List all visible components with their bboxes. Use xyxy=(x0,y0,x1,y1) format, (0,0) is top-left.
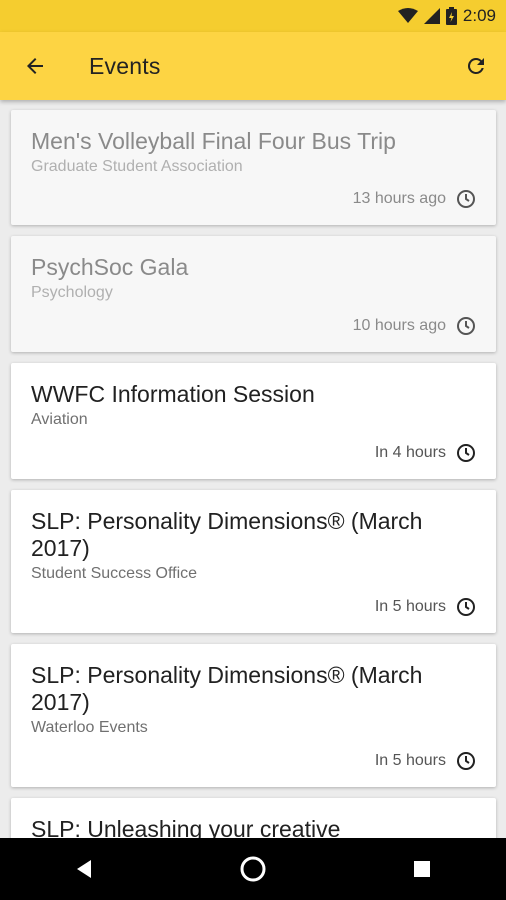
event-card[interactable]: SLP: Personality Dimensions® (March 2017… xyxy=(11,490,496,633)
event-list[interactable]: Men's Volleyball Final Four Bus Trip Gra… xyxy=(0,100,506,838)
system-nav-bar xyxy=(0,838,506,900)
event-title: WWFC Information Session xyxy=(31,381,315,407)
wifi-icon xyxy=(397,8,418,24)
event-time: 10 hours ago xyxy=(353,316,476,336)
arrow-left-icon xyxy=(27,58,43,74)
home-circle-icon xyxy=(240,856,266,882)
clock-icon xyxy=(456,189,476,209)
clock-icon xyxy=(456,316,476,336)
event-time-label: 13 hours ago xyxy=(352,190,446,207)
event-organizer: Student Success Office xyxy=(31,565,198,582)
event-title: Men's Volleyball Final Four Bus Trip xyxy=(31,128,396,154)
event-organizer: Waterloo Events xyxy=(31,719,148,736)
event-time: In 5 hours xyxy=(375,751,476,771)
clock-icon xyxy=(456,443,476,463)
event-time-label: In 5 hours xyxy=(374,598,446,615)
event-time-label: In 4 hours xyxy=(374,444,446,461)
event-time: In 5 hours xyxy=(375,597,476,617)
event-organizer: Aviation xyxy=(31,411,88,428)
event-card[interactable]: SLP: Unleashing your creative xyxy=(11,798,496,838)
event-card[interactable]: WWFC Information Session Aviation In 4 h… xyxy=(11,363,496,479)
nav-back-button[interactable] xyxy=(54,849,114,889)
page-title: Events xyxy=(89,52,161,79)
signal-icon xyxy=(423,8,440,24)
status-time: 2:09 xyxy=(462,6,496,25)
event-organizer: Psychology xyxy=(31,284,113,301)
event-organizer: Graduate Student Association xyxy=(31,158,243,175)
event-title: PsychSoc Gala xyxy=(31,254,189,280)
refresh-button[interactable] xyxy=(464,54,488,78)
event-time-label: 10 hours ago xyxy=(352,317,446,334)
event-card[interactable]: Men's Volleyball Final Four Bus Trip Gra… xyxy=(11,110,496,225)
event-card[interactable]: PsychSoc Gala Psychology 10 hours ago xyxy=(11,236,496,352)
event-time-label: In 5 hours xyxy=(374,752,446,769)
nav-home-button[interactable] xyxy=(223,849,283,889)
back-triangle-icon xyxy=(77,860,92,878)
event-title: SLP: Unleashing your creative xyxy=(31,816,341,838)
event-title: SLP: Personality Dimensions® (March 2017… xyxy=(31,662,423,715)
status-bar: 2:09 xyxy=(0,0,506,32)
back-button[interactable] xyxy=(23,54,47,78)
app-bar: Events xyxy=(0,32,506,100)
event-time: 13 hours ago xyxy=(353,189,476,209)
event-card[interactable]: SLP: Personality Dimensions® (March 2017… xyxy=(11,644,496,787)
nav-recents-button[interactable] xyxy=(392,849,452,889)
clock-icon xyxy=(456,597,476,617)
recents-square-icon xyxy=(413,861,430,877)
refresh-icon xyxy=(467,57,484,74)
event-title: SLP: Personality Dimensions® (March 2017… xyxy=(31,508,423,561)
event-time: In 4 hours xyxy=(375,443,476,463)
clock-icon xyxy=(456,751,476,771)
battery-icon xyxy=(445,7,457,25)
